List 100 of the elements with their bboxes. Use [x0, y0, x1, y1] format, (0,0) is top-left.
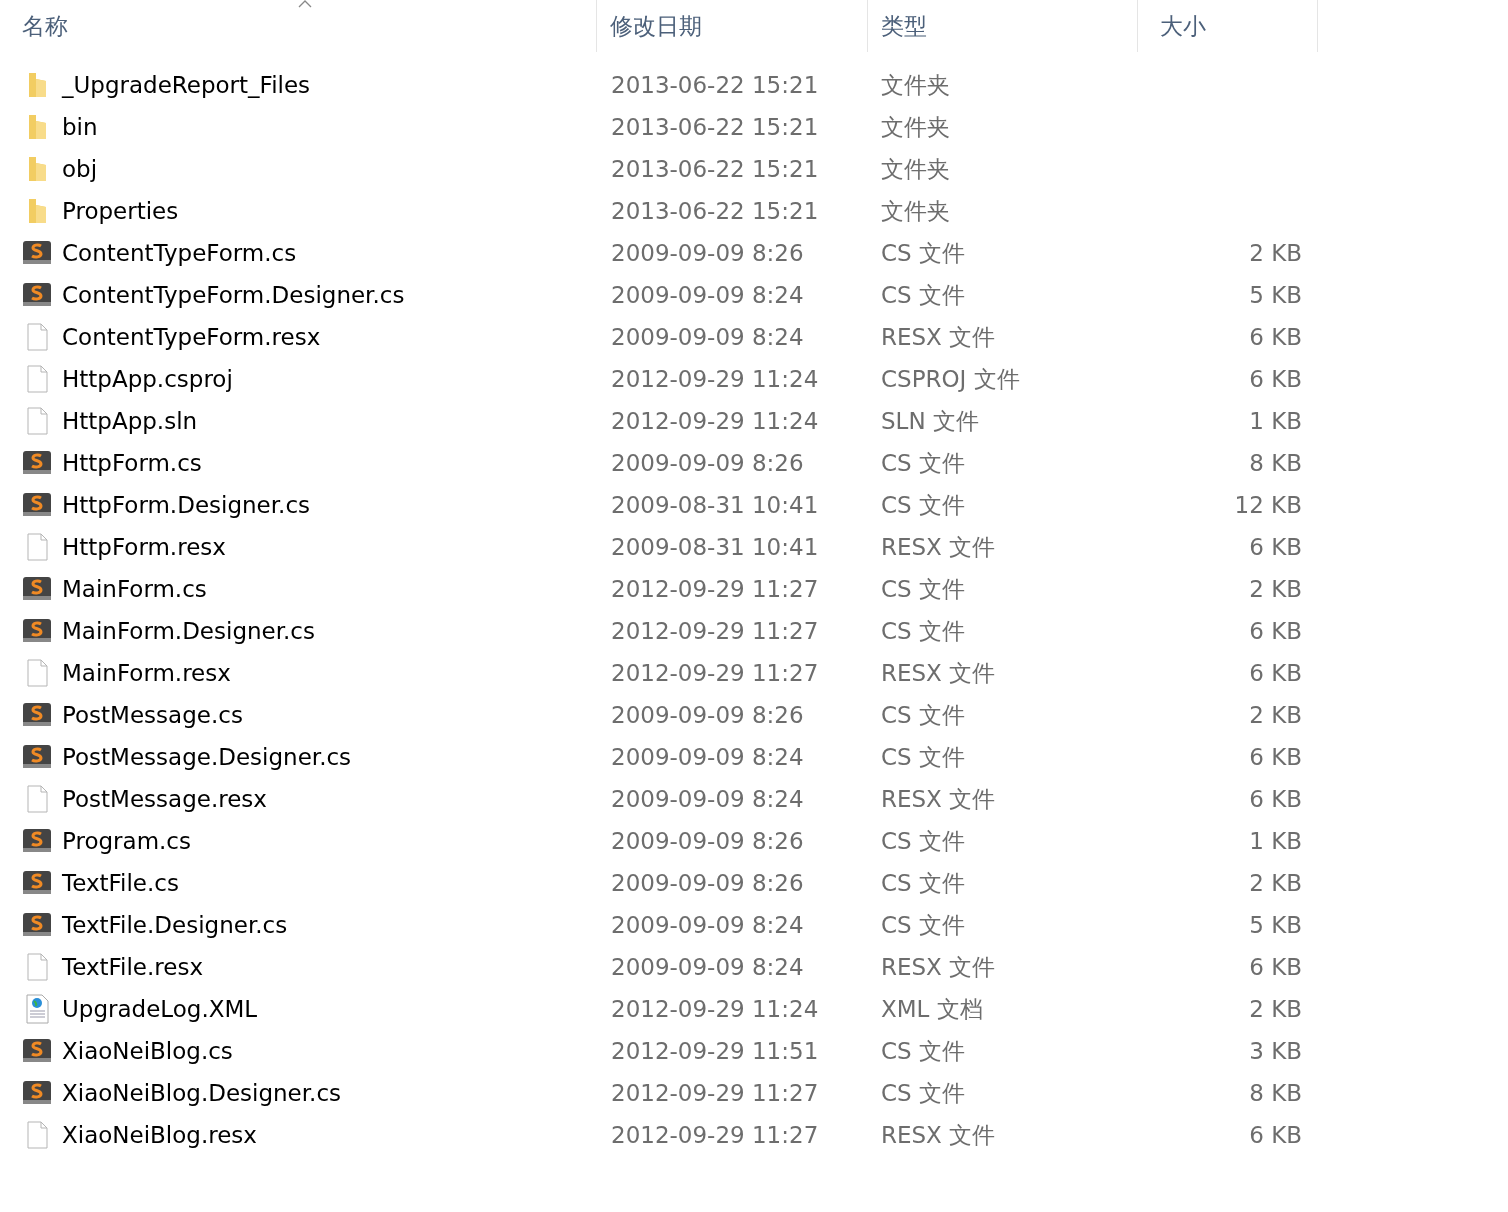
file-type: CS 文件 [881, 826, 965, 856]
file-size: 2 KB [1249, 574, 1302, 604]
file-type: RESX 文件 [881, 532, 996, 562]
file-size: 6 KB [1249, 532, 1302, 562]
file-size: 1 KB [1249, 826, 1302, 856]
file-name[interactable]: HttpForm.Designer.cs [62, 487, 311, 523]
file-size: 2 KB [1249, 700, 1302, 730]
file-name[interactable]: HttpForm.cs [62, 445, 202, 481]
file-type: CS 文件 [881, 910, 965, 940]
file-name[interactable]: Program.cs [62, 823, 191, 859]
code-file-icon [22, 1038, 52, 1064]
file-name[interactable]: TextFile.Designer.cs [62, 907, 288, 943]
file-name[interactable]: _UpgradeReport_Files [62, 67, 311, 103]
file-size: 2 KB [1249, 238, 1302, 268]
column-header[interactable]: 类型 [868, 0, 1138, 52]
file-name[interactable]: MainForm.resx [62, 655, 231, 691]
web-document-icon [24, 994, 50, 1024]
file-name[interactable]: ContentTypeForm.Designer.cs [62, 277, 405, 313]
file-name[interactable]: XiaoNeiBlog.Designer.cs [62, 1075, 342, 1111]
modified-date: 2009-09-09 8:24 [611, 910, 804, 940]
folder-icon [26, 71, 48, 99]
file-name[interactable]: PostMessage.cs [62, 697, 243, 733]
column-header[interactable]: 修改日期 [597, 0, 868, 52]
file-name[interactable]: TextFile.cs [62, 865, 179, 901]
file-type: 文件夹 [881, 154, 950, 184]
file-name[interactable]: MainForm.cs [62, 571, 207, 607]
file-name[interactable]: UpgradeLog.XML [62, 991, 258, 1027]
file-type: CS 文件 [881, 574, 965, 604]
modified-date: 2012-09-29 11:27 [611, 658, 819, 688]
file-size: 6 KB [1249, 364, 1302, 394]
file-name[interactable]: Properties [62, 193, 179, 229]
modified-date: 2013-06-22 15:21 [611, 70, 819, 100]
file-size: 6 KB [1249, 742, 1302, 772]
file-name[interactable]: ContentTypeForm.resx [62, 319, 321, 355]
modified-date: 2009-08-31 10:41 [611, 532, 819, 562]
file-type: CS 文件 [881, 742, 965, 772]
file-size: 6 KB [1249, 616, 1302, 646]
blank-file-icon [26, 533, 48, 561]
file-type: CS 文件 [881, 238, 965, 268]
blank-file-icon [26, 659, 48, 687]
file-type: RESX 文件 [881, 322, 996, 352]
file-name[interactable]: HttpApp.csproj [62, 361, 233, 397]
file-type: CS 文件 [881, 868, 965, 898]
code-file-icon [22, 870, 52, 896]
modified-date: 2009-09-09 8:24 [611, 280, 804, 310]
file-name[interactable]: HttpForm.resx [62, 529, 226, 565]
file-name[interactable]: PostMessage.Designer.cs [62, 739, 352, 775]
folder-icon [26, 113, 48, 141]
modified-date: 2013-06-22 15:21 [611, 154, 819, 184]
file-size: 2 KB [1249, 994, 1302, 1024]
code-file-icon [22, 576, 52, 602]
sort-caret-icon [298, 0, 312, 8]
modified-date: 2009-09-09 8:24 [611, 784, 804, 814]
modified-date: 2009-09-09 8:26 [611, 238, 804, 268]
modified-date: 2009-09-09 8:26 [611, 868, 804, 898]
file-name[interactable]: bin [62, 109, 98, 145]
file-type: RESX 文件 [881, 1120, 996, 1150]
code-file-icon [22, 240, 52, 266]
modified-date: 2012-09-29 11:24 [611, 994, 819, 1024]
file-type: CS 文件 [881, 448, 965, 478]
code-file-icon [22, 912, 52, 938]
modified-date: 2012-09-29 11:27 [611, 1078, 819, 1108]
modified-date: 2013-06-22 15:21 [611, 196, 819, 226]
blank-file-icon [26, 365, 48, 393]
file-type: CS 文件 [881, 490, 965, 520]
code-file-icon [22, 744, 52, 770]
file-name[interactable]: HttpApp.sln [62, 403, 198, 439]
file-type: CS 文件 [881, 280, 965, 310]
code-file-icon [22, 828, 52, 854]
file-type: RESX 文件 [881, 952, 996, 982]
file-size: 6 KB [1249, 322, 1302, 352]
blank-file-icon [26, 953, 48, 981]
file-name[interactable]: PostMessage.resx [62, 781, 267, 817]
file-type: XML 文档 [881, 994, 983, 1024]
file-name[interactable]: XiaoNeiBlog.cs [62, 1033, 233, 1069]
code-file-icon [22, 282, 52, 308]
modified-date: 2013-06-22 15:21 [611, 112, 819, 142]
file-name[interactable]: TextFile.resx [62, 949, 203, 985]
file-size: 6 KB [1249, 784, 1302, 814]
file-name[interactable]: obj [62, 151, 98, 187]
column-header[interactable]: 名称 [0, 0, 597, 52]
file-type: SLN 文件 [881, 406, 979, 436]
file-type: CSPROJ 文件 [881, 364, 1020, 394]
file-size: 8 KB [1249, 1078, 1302, 1108]
modified-date: 2009-09-09 8:26 [611, 700, 804, 730]
file-type: CS 文件 [881, 1036, 965, 1066]
file-name[interactable]: ContentTypeForm.cs [62, 235, 297, 271]
modified-date: 2009-09-09 8:26 [611, 448, 804, 478]
file-name[interactable]: MainForm.Designer.cs [62, 613, 315, 649]
file-name[interactable]: XiaoNeiBlog.resx [62, 1117, 257, 1153]
column-header[interactable]: 大小 [1138, 0, 1318, 52]
file-size: 8 KB [1249, 448, 1302, 478]
file-type: CS 文件 [881, 616, 965, 646]
blank-file-icon [26, 323, 48, 351]
blank-file-icon [26, 785, 48, 813]
file-size: 5 KB [1249, 910, 1302, 940]
file-size: 12 KB [1234, 490, 1302, 520]
code-file-icon [22, 702, 52, 728]
file-size: 2 KB [1249, 868, 1302, 898]
file-type: RESX 文件 [881, 784, 996, 814]
